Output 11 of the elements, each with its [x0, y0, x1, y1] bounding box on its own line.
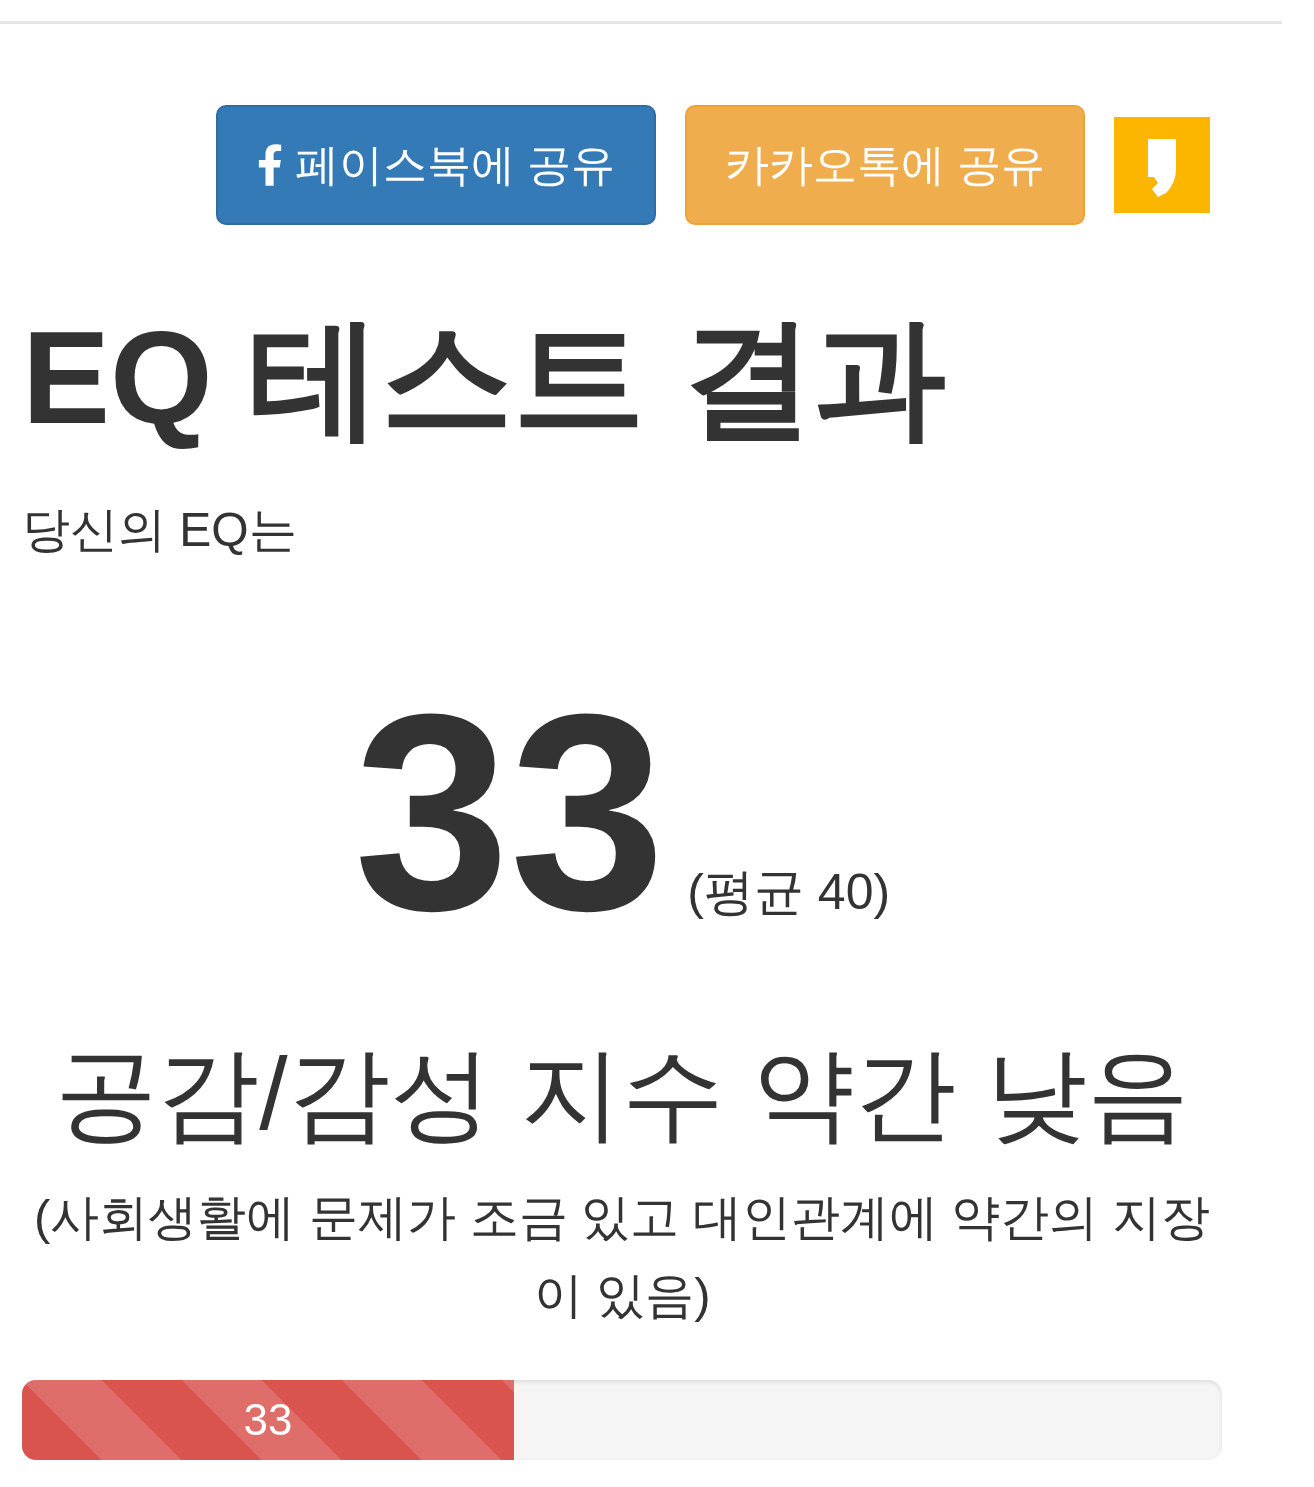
facebook-icon	[256, 143, 283, 187]
kakaostory-share-button[interactable]	[1114, 117, 1210, 213]
score-value: 33	[353, 692, 666, 931]
comma-logo-icon	[1114, 117, 1210, 213]
page-title: EQ 테스트 결과	[22, 305, 947, 451]
result-description: (사회생활에 문제가 조금 있고 대인관계에 약간의 지장이 있음)	[33, 1188, 1211, 1325]
progress-label: 33	[243, 1393, 293, 1446]
intro-text: 당신의 EQ는	[22, 502, 297, 559]
average-score: (평균 40)	[687, 862, 891, 922]
result-verdict: 공감/감성 지수 약간 낮음	[55, 1037, 1189, 1150]
facebook-share-button[interactable]: 페이스북에 공유	[216, 105, 656, 225]
